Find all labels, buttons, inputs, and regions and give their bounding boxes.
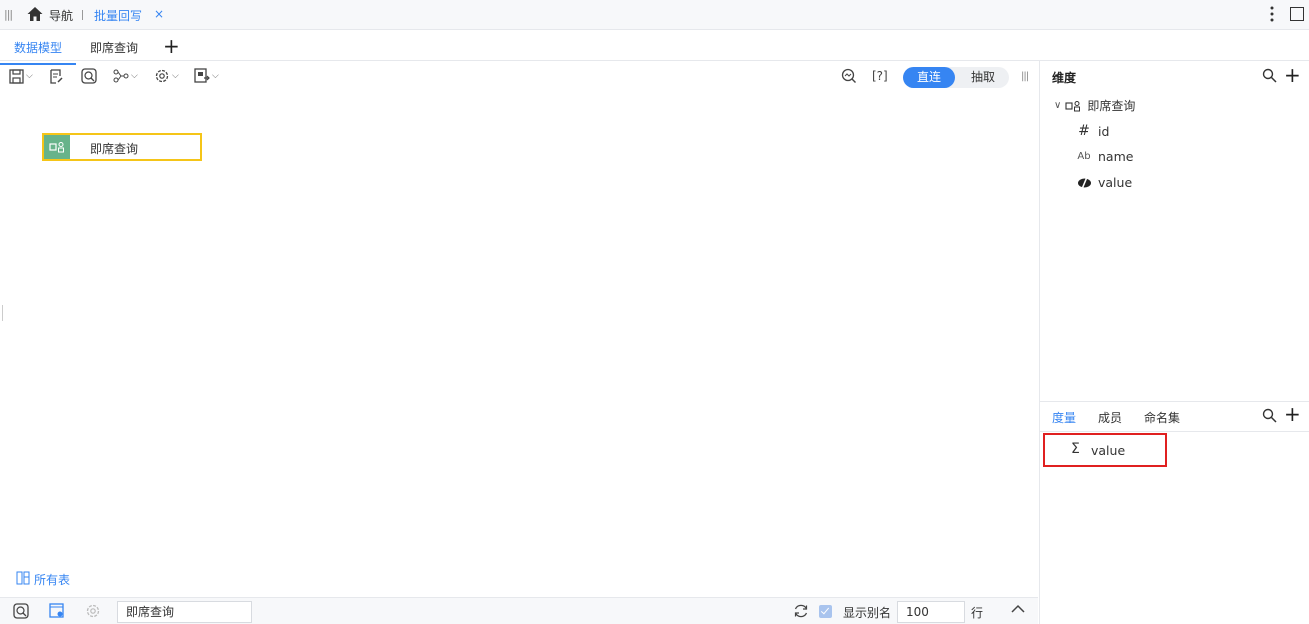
chevron-down-icon: ⌵ xyxy=(26,71,33,81)
table-icon xyxy=(1065,100,1081,111)
toolbar: ⌵ ⌵ ⌵ ⌵ [?] 直连 抽取 ||| xyxy=(0,61,1038,91)
zoom-fit-button[interactable] xyxy=(841,67,857,85)
dimensions-title: 维度 xyxy=(1052,71,1077,85)
field-label: id xyxy=(1098,123,1110,139)
fields-panel: 维度 + ∨ 即席查询 # id Ab name value 度量 成员 命名集… xyxy=(1039,61,1309,624)
panel-resize-icon[interactable]: ||| xyxy=(1021,71,1029,82)
divider xyxy=(2,305,3,321)
preview-data-button[interactable] xyxy=(13,603,29,622)
close-tab-icon[interactable]: × xyxy=(154,7,164,21)
row-count-input[interactable]: 100 xyxy=(897,601,965,623)
preview-button[interactable] xyxy=(81,67,97,85)
preview-bar: 即席查询 显示别名 100 行 xyxy=(0,597,1038,624)
field-item[interactable]: # id xyxy=(1076,123,1109,139)
relation-graph-icon xyxy=(113,69,129,83)
table-name-field[interactable]: 即席查询 xyxy=(117,601,252,623)
all-tables-link[interactable]: 所有表 xyxy=(16,571,70,588)
extract-option[interactable]: 抽取 xyxy=(957,67,1009,88)
chevron-down-icon[interactable]: ∨ xyxy=(1054,100,1061,111)
table-settings-button[interactable] xyxy=(49,603,65,622)
edit-doc-icon xyxy=(50,68,63,84)
preview-icon xyxy=(13,603,29,619)
add-measure-icon[interactable]: + xyxy=(1284,402,1301,426)
measure-dim-icon xyxy=(1076,176,1092,190)
measure-tab-bar: 度量 成员 命名集 + xyxy=(1040,402,1309,432)
row-unit-label: 行 xyxy=(971,606,984,620)
search-icon[interactable] xyxy=(1262,408,1277,423)
table-gear-icon xyxy=(49,603,64,618)
help-button[interactable]: [?] xyxy=(872,67,888,85)
chevron-down-icon: ⌵ xyxy=(172,71,179,81)
gear-icon xyxy=(86,604,100,618)
home-icon[interactable] xyxy=(26,5,44,23)
disabled-settings-button[interactable] xyxy=(85,603,101,622)
field-item[interactable]: Ab name xyxy=(1076,149,1133,164)
export-icon xyxy=(194,68,210,83)
drag-handle-icon[interactable]: ||| xyxy=(4,8,13,21)
model-tab-bar: 数据模型 即席查询 + xyxy=(0,30,1309,65)
export-button[interactable]: ⌵ xyxy=(194,67,219,85)
gear-icon xyxy=(155,69,169,83)
dimension-table-label: 即席查询 xyxy=(1087,99,1136,113)
save-button[interactable]: ⌵ xyxy=(9,67,33,85)
tab-batch-writeback[interactable]: 批量回写 xyxy=(94,7,142,24)
chevron-up-icon xyxy=(1011,604,1025,613)
table-node-icon xyxy=(44,135,70,159)
add-dimension-icon[interactable]: + xyxy=(1284,63,1301,87)
table-node-label: 即席查询 xyxy=(90,142,139,156)
show-alias-checkbox[interactable] xyxy=(819,605,832,618)
zoom-fit-icon xyxy=(841,68,856,83)
divider xyxy=(82,10,83,20)
tab-named-sets[interactable]: 命名集 xyxy=(1144,409,1180,426)
save-icon xyxy=(9,68,24,84)
add-tab-icon[interactable]: + xyxy=(163,34,180,58)
measure-label: value xyxy=(1091,443,1126,458)
number-type-icon: # xyxy=(1078,123,1090,139)
chevron-down-icon: ⌵ xyxy=(131,71,138,81)
all-tables-label: 所有表 xyxy=(34,573,71,587)
field-label: value xyxy=(1098,175,1133,190)
tab-data-model[interactable]: 数据模型 xyxy=(0,39,77,65)
relation-button[interactable]: ⌵ xyxy=(113,67,138,85)
field-label: name xyxy=(1098,149,1134,164)
measure-item[interactable]: Σ value xyxy=(1043,433,1167,467)
chevron-down-icon: ⌵ xyxy=(212,71,219,81)
nav-link[interactable]: 导航 xyxy=(49,7,73,24)
search-icon[interactable] xyxy=(1262,68,1277,83)
preview-icon xyxy=(81,68,97,84)
refresh-icon xyxy=(794,604,808,618)
model-canvas[interactable]: 即席查询 所有表 xyxy=(0,91,1038,595)
field-item[interactable]: value xyxy=(1076,175,1132,190)
expand-button[interactable] xyxy=(1010,603,1026,618)
more-vertical-icon[interactable] xyxy=(1268,3,1276,25)
panel-layout-icon xyxy=(16,571,30,588)
refresh-button[interactable] xyxy=(793,603,809,622)
maximize-icon[interactable] xyxy=(1290,7,1304,21)
title-bar: ||| 导航 批量回写 × xyxy=(0,0,1309,30)
edit-button[interactable] xyxy=(49,67,64,85)
tab-adhoc-query[interactable]: 即席查询 xyxy=(90,39,138,56)
settings-button[interactable]: ⌵ xyxy=(154,67,179,85)
sum-icon: Σ xyxy=(1071,441,1080,457)
direct-connect-option[interactable]: 直连 xyxy=(903,67,955,88)
dimension-table-node[interactable]: ∨ 即席查询 xyxy=(1054,97,1135,114)
tab-members[interactable]: 成员 xyxy=(1098,409,1122,426)
show-alias-label: 显示别名 xyxy=(843,606,892,620)
tab-measures[interactable]: 度量 xyxy=(1052,409,1076,426)
text-type-icon: Ab xyxy=(1077,151,1091,162)
connection-mode-toggle[interactable]: 直连 抽取 xyxy=(903,67,1009,88)
table-node[interactable]: 即席查询 xyxy=(42,133,202,161)
